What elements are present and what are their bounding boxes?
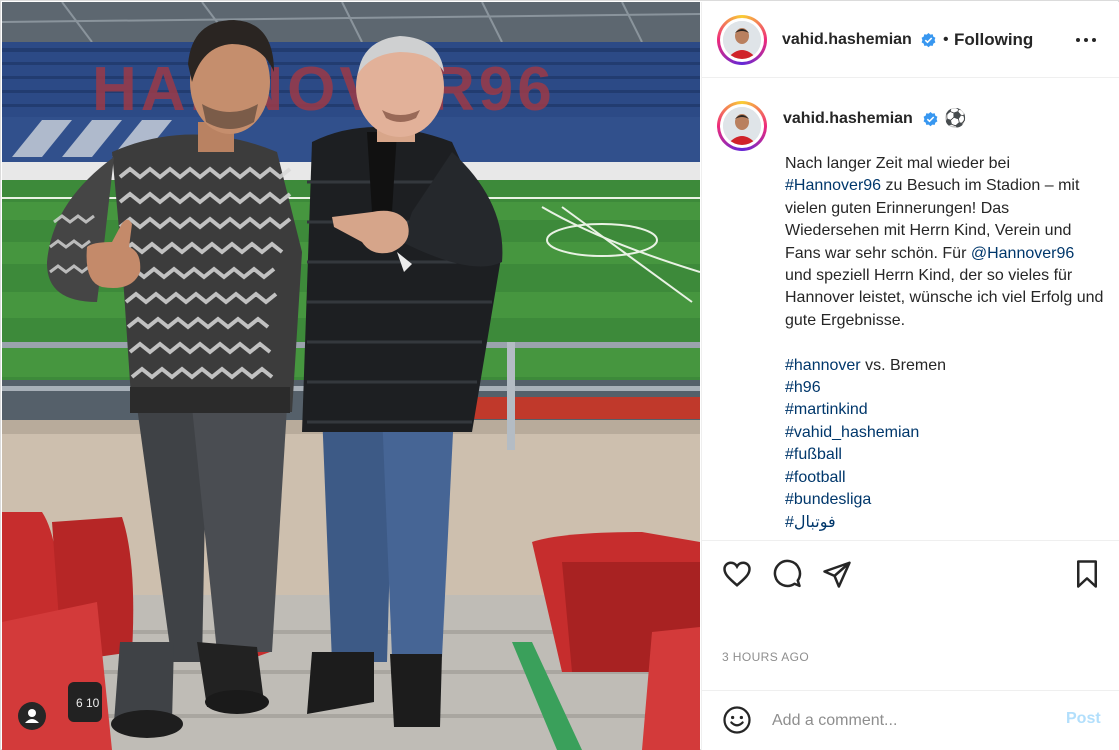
soccer-ball-emoji: ⚽ (944, 108, 967, 128)
caption-hashtag-link[interactable]: #Hannover96 (785, 177, 881, 194)
post-comment-button[interactable]: Post (1066, 710, 1101, 728)
caption-area: vahid.hashemian ⚽ Nach langer Zeit mal w… (702, 79, 1119, 539)
following-button[interactable]: Following (954, 30, 1033, 50)
caption-hashtag-link[interactable]: @Hannover96 (971, 245, 1074, 262)
verified-badge-icon (923, 112, 938, 127)
post-side-panel: vahid.hashemian • Following vahid.hashem… (701, 2, 1119, 750)
post-photo[interactable]: HANNOVER96 6 10 (2, 2, 700, 750)
action-bar (702, 540, 1119, 610)
caption-avatar[interactable] (717, 101, 767, 151)
caption-text-segment: Nach langer Zeit mal wieder bei (785, 155, 1010, 172)
user-tag-icon[interactable] (18, 702, 46, 730)
stadium-lettering: HANNOVER96 (92, 55, 556, 124)
caption-text-segment: vs. Bremen (865, 356, 946, 374)
author-avatar[interactable] (717, 15, 767, 65)
smiley-icon[interactable] (722, 705, 752, 735)
caption-hashtag-link[interactable]: #فوتبال (785, 514, 836, 531)
verified-badge-icon (921, 33, 936, 48)
caption-hashtag-link[interactable]: #hannover (785, 357, 861, 374)
caption-username[interactable]: vahid.hashemian (783, 110, 913, 128)
caption-hashtag-link[interactable]: #football (785, 469, 846, 486)
more-options-icon[interactable] (1074, 28, 1098, 52)
caption-hashtag-link[interactable]: #fußball (785, 446, 842, 463)
caption-hashtag-link[interactable]: #vahid_hashemian (785, 424, 919, 441)
caption-hashtag-link[interactable]: #martinkind (785, 401, 868, 418)
header-separator: • (943, 31, 949, 48)
author-username[interactable]: vahid.hashemian (782, 31, 912, 49)
comment-icon[interactable] (772, 559, 802, 589)
paper-plane-icon[interactable] (822, 559, 852, 589)
comment-input[interactable] (772, 709, 1052, 733)
instagram-post-window: HANNOVER96 6 10 vahid.hashemian • Follow… (0, 0, 1119, 750)
caption-hashtag-link[interactable]: #bundesliga (785, 491, 871, 508)
caption-text: Nach langer Zeit mal wieder bei #Hannove… (785, 153, 1105, 534)
comment-bar: Post (702, 690, 1119, 750)
seat-number-label: 6 10 (76, 696, 100, 710)
bookmark-icon[interactable] (1072, 559, 1102, 589)
post-header: vahid.hashemian • Following (702, 2, 1119, 78)
heart-icon[interactable] (722, 559, 752, 589)
caption-hashtag-link[interactable]: #h96 (785, 379, 821, 396)
post-timestamp[interactable]: 3 HOURS AGO (722, 650, 809, 664)
